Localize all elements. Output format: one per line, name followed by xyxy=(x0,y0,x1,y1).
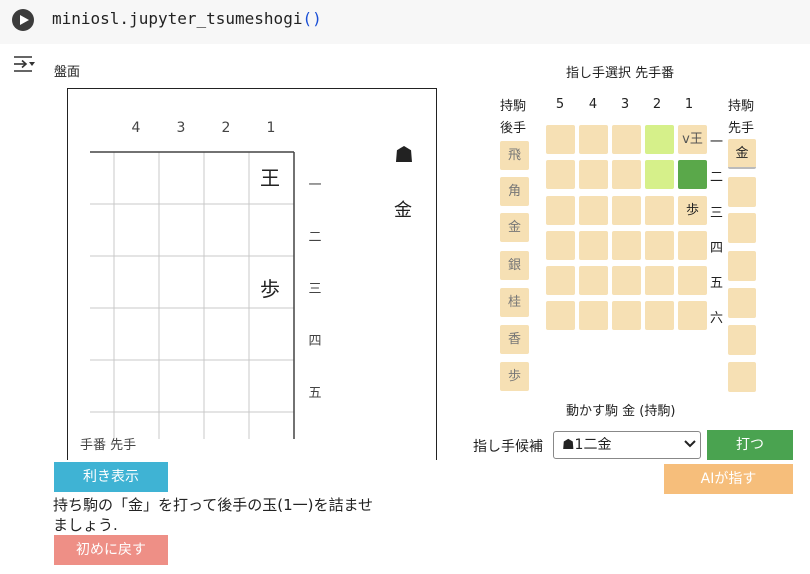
board-col-3: 3 xyxy=(176,120,186,136)
board-label: 盤面 xyxy=(54,65,81,80)
sente-hand-gold: 金 xyxy=(394,200,412,221)
board-row-1: 一 xyxy=(308,178,322,193)
code-line[interactable]: miniosl.jupyter_tsumeshogi() xyxy=(52,9,322,28)
sel-cell-2-5[interactable] xyxy=(645,266,674,295)
sel-cell-3-6[interactable] xyxy=(612,301,641,330)
sel-cell-1-4[interactable] xyxy=(678,231,707,260)
code-parens: () xyxy=(302,9,322,28)
sente-hand-label: 持駒 xyxy=(728,99,755,114)
sel-cell-2-3[interactable] xyxy=(645,196,674,225)
sente-hand-slot-2[interactable] xyxy=(728,177,756,207)
problem-text-line2: ましょう. xyxy=(53,516,118,534)
sente-hand-slot-7[interactable] xyxy=(728,362,756,392)
sel-cell-2-1[interactable] xyxy=(645,125,674,154)
ai-move-button[interactable]: AIが指す xyxy=(664,464,793,494)
gote-hand-bishop: 角 xyxy=(500,177,529,206)
sente-side-label: 先手 xyxy=(728,121,755,136)
sel-row-3: 三 xyxy=(710,206,724,221)
sente-hand-slot-3[interactable] xyxy=(728,213,756,243)
sel-row-2: 二 xyxy=(710,170,724,185)
sel-cell-1-1-gote-king[interactable]: v王 xyxy=(678,125,707,154)
sel-cell-2-6[interactable] xyxy=(645,301,674,330)
sel-cell-3-2[interactable] xyxy=(612,160,641,189)
board-row-4: 四 xyxy=(308,334,322,349)
sel-cell-3-4[interactable] xyxy=(612,231,641,260)
sel-cell-4-2[interactable] xyxy=(579,160,608,189)
sel-cell-1-2-selected[interactable] xyxy=(678,160,707,189)
candidate-label: 指し手候補 xyxy=(473,439,543,455)
sel-cell-1-3-pawn[interactable]: 歩 xyxy=(678,196,707,225)
board-col-1: 1 xyxy=(266,120,276,136)
sel-cell-4-4[interactable] xyxy=(579,231,608,260)
sel-cell-5-1[interactable] xyxy=(546,125,575,154)
sel-col-1: 1 xyxy=(684,97,694,112)
sel-cell-5-2[interactable] xyxy=(546,160,575,189)
show-attacks-button[interactable]: 利き表示 xyxy=(54,462,168,492)
sel-col-4: 4 xyxy=(588,97,598,112)
sel-cell-4-6[interactable] xyxy=(579,301,608,330)
sel-cell-4-1[interactable] xyxy=(579,125,608,154)
play-button[interactable]: 打つ xyxy=(707,430,793,460)
sel-cell-5-4[interactable] xyxy=(546,231,575,260)
sel-col-2: 2 xyxy=(652,97,662,112)
board-row-3: 三 xyxy=(308,282,322,297)
gote-hand-lance: 香 xyxy=(500,325,529,354)
problem-text-line1: 持ち駒の「金」を打って後手の玉(1一)を詰ませ xyxy=(53,496,374,514)
sel-cell-2-4[interactable] xyxy=(645,231,674,260)
gote-hand-rook: 飛 xyxy=(500,141,529,170)
selector-title: 指し手選択 先手番 xyxy=(566,66,675,81)
sel-cell-3-1[interactable] xyxy=(612,125,641,154)
sel-cell-4-5[interactable] xyxy=(579,266,608,295)
sel-col-3: 3 xyxy=(620,97,630,112)
sel-col-5: 5 xyxy=(555,97,565,112)
reset-button[interactable]: 初めに戻す xyxy=(54,535,168,565)
moving-piece-label: 動かす駒 金 (持駒) xyxy=(566,404,676,419)
sel-cell-1-6[interactable] xyxy=(678,301,707,330)
sel-cell-3-3[interactable] xyxy=(612,196,641,225)
gote-hand-knight: 桂 xyxy=(500,288,529,317)
sel-cell-1-5[interactable] xyxy=(678,266,707,295)
sel-cell-5-3[interactable] xyxy=(546,196,575,225)
code-text: miniosl.jupyter_tsumeshogi xyxy=(52,9,303,28)
sente-hand-slot-6[interactable] xyxy=(728,325,756,355)
board-piece-king: 王 xyxy=(260,166,280,190)
gote-hand-pawn: 歩 xyxy=(500,362,529,391)
sente-mark-icon: ☗ xyxy=(394,143,414,168)
candidate-select[interactable]: ☗1二金 xyxy=(553,431,701,459)
board-row-5: 五 xyxy=(308,386,322,401)
board-col-2: 2 xyxy=(221,120,231,136)
sel-cell-5-6[interactable] xyxy=(546,301,575,330)
sente-hand-gold-selected[interactable]: 金 xyxy=(728,139,756,169)
board-col-4: 4 xyxy=(131,120,141,136)
gote-side-label: 後手 xyxy=(500,121,527,136)
sente-hand-slot-4[interactable] xyxy=(728,251,756,281)
sel-cell-3-5[interactable] xyxy=(612,266,641,295)
board-row-2: 二 xyxy=(308,230,322,245)
turn-label: 手番 先手 xyxy=(80,438,137,453)
gote-hand-silver: 銀 xyxy=(500,251,529,280)
run-cell-button[interactable] xyxy=(12,9,34,31)
sel-row-4: 四 xyxy=(710,241,724,256)
output-toggle-icon[interactable] xyxy=(12,54,36,74)
sel-row-6: 六 xyxy=(710,311,724,326)
sel-row-5: 五 xyxy=(710,276,724,291)
sel-cell-2-2[interactable] xyxy=(645,160,674,189)
chevron-down-icon xyxy=(684,440,696,448)
gote-hand-label: 持駒 xyxy=(500,99,527,114)
sel-row-1: 一 xyxy=(710,135,724,150)
board-piece-pawn: 歩 xyxy=(260,277,280,301)
problem-text: 持ち駒の「金」を打って後手の玉(1一)を詰ませ ましょう. xyxy=(53,495,373,535)
gote-hand-gold: 金 xyxy=(500,213,529,242)
sente-hand-slot-5[interactable] xyxy=(728,288,756,318)
sel-cell-4-3[interactable] xyxy=(579,196,608,225)
sel-cell-5-5[interactable] xyxy=(546,266,575,295)
